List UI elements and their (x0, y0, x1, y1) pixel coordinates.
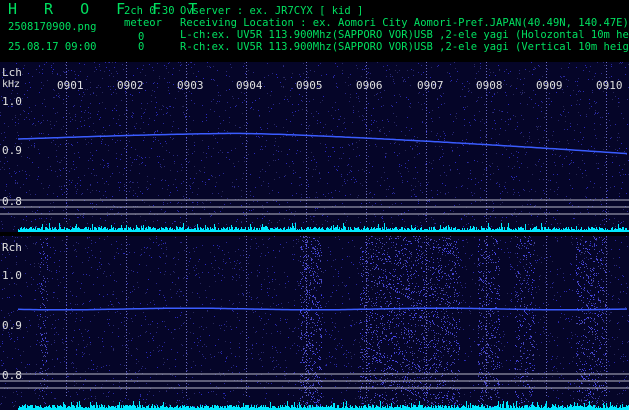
lch-info-label: L-ch:ex. UV5R 113.900Mhz(SAPPORO VOR)USB… (180, 29, 629, 41)
app-brand: H R O F F T (8, 0, 207, 18)
version-label: 2ch 0.30 (124, 5, 175, 17)
time-tick-0905: 0905 (296, 79, 323, 92)
location-label: Receiving Location : ex. Aomori City Aom… (180, 17, 629, 29)
rch-label: Rch (2, 241, 22, 254)
rch-freq-tick-3: 0.8 (2, 369, 22, 382)
lch-freq-tick-3: 0.8 (2, 195, 22, 208)
rch-spectrogram: Rch 1.0 0.9 0.8 (0, 236, 629, 410)
time-tick-0910: 0910 (596, 79, 623, 92)
time-tick-0901: 0901 (57, 79, 84, 92)
timestamp-label: 25.08.17 09:00 (8, 41, 97, 53)
time-tick-0908: 0908 (476, 79, 503, 92)
header-panel: H R O F F T 2ch 0.30 2508170900.png 25.0… (0, 0, 629, 62)
rch-info-label: R-ch:ex. UV5R 113.900Mhz(SAPPORO VOR)USB… (180, 41, 629, 53)
time-tick-0903: 0903 (177, 79, 204, 92)
observer-label: Ovserver : ex. JR7CYX [ kid ] (180, 5, 364, 17)
meteor-count-r: 0 (138, 41, 145, 53)
lch-label: Lch (2, 66, 22, 79)
rch-freq-tick-2: 0.9 (2, 319, 22, 332)
time-tick-0904: 0904 (236, 79, 263, 92)
lch-carrier-trace (17, 132, 628, 155)
lch-freq-tick-2: 0.9 (2, 144, 22, 157)
rch-canvas (0, 236, 629, 410)
meteor-label: meteor (124, 17, 162, 29)
filename-label: 2508170900.png (8, 21, 97, 33)
time-tick-0909: 0909 (536, 79, 563, 92)
lch-freq-tick-1: 1.0 (2, 95, 22, 108)
rch-freq-tick-1: 1.0 (2, 269, 22, 282)
lch-spectrogram: Lch kHz 1.0 0.9 0.8 0901 0902 0903 0904 … (0, 62, 629, 232)
time-tick-0902: 0902 (117, 79, 144, 92)
time-tick-0907: 0907 (417, 79, 444, 92)
time-tick-0906: 0906 (356, 79, 383, 92)
lch-unit-label: kHz (2, 79, 21, 90)
